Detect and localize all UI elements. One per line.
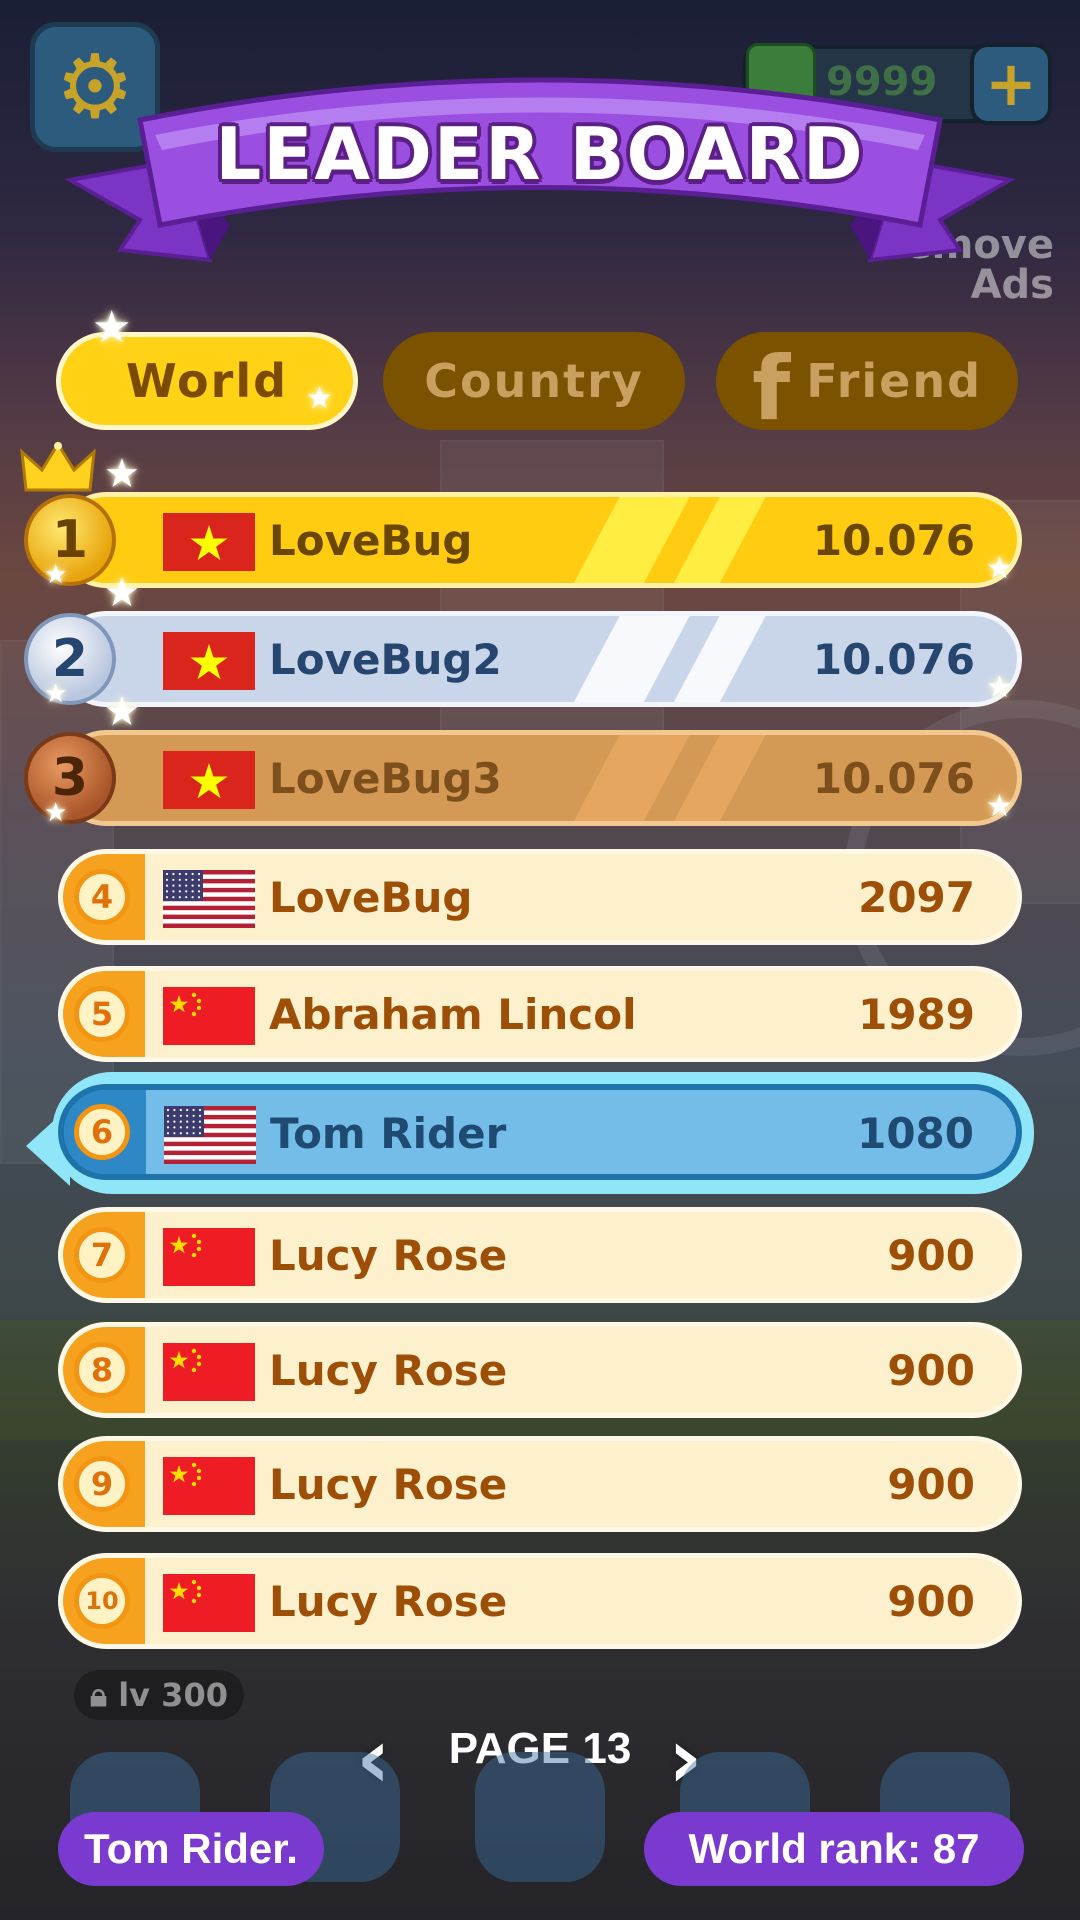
current-player-row[interactable]: Tom Rider 1080 <box>58 1084 1022 1180</box>
player-name: Lucy Rose <box>269 1460 508 1509</box>
player-score: 900 <box>887 1231 975 1280</box>
title-banner: LEADER BOARD <box>60 50 1020 310</box>
sparkle-star-icon: ★ <box>92 302 132 353</box>
tab-country[interactable]: Country <box>383 332 685 430</box>
leaderboard-row[interactable]: Lucy Rose 900 <box>58 1322 1022 1418</box>
sparkle-star-icon: ★ <box>104 689 140 735</box>
player-name: LoveBug3 <box>269 754 502 803</box>
rank-number-badge: 8 <box>74 1342 130 1398</box>
player-name-badge: Tom Rider. <box>58 1812 324 1886</box>
shine-stripe <box>561 497 695 583</box>
locked-level-badge: 🔒︎ lv 300 <box>74 1670 244 1720</box>
facebook-icon: f <box>751 337 793 440</box>
silver-medal-icon: 2 <box>24 613 116 705</box>
player-score: 2097 <box>858 873 975 922</box>
player-score: 10.076 <box>812 635 975 684</box>
player-score: 900 <box>887 1346 975 1395</box>
player-score: 1989 <box>858 990 975 1039</box>
player-name: Lucy Rose <box>269 1346 508 1395</box>
gold-medal-icon: 1 <box>24 494 116 586</box>
sparkle-star-icon: ★ <box>104 570 140 616</box>
player-name: Abraham Lincol <box>269 990 637 1039</box>
leaderboard-row[interactable]: Lucy Rose 900 <box>58 1553 1022 1649</box>
china-flag-icon <box>163 1574 255 1632</box>
sparkle-star-icon: ★ <box>104 451 140 497</box>
player-name: Tom Rider <box>270 1109 507 1158</box>
tab-friend-label: Friend <box>806 354 983 408</box>
rank-number-badge: 4 <box>74 869 130 925</box>
leaderboard-row[interactable]: Lucy Rose 900 <box>58 1436 1022 1532</box>
player-name: LoveBug2 <box>269 635 502 684</box>
world-rank-badge: World rank: 87 <box>644 1812 1024 1886</box>
vietnam-flag-icon <box>163 513 255 571</box>
shine-stripe <box>561 735 695 821</box>
sparkle-star-icon: ★ <box>986 789 1013 824</box>
page-title: LEADER BOARD <box>215 112 865 196</box>
sparkle-star-icon: ★ <box>986 551 1013 586</box>
rank-number-badge: 6 <box>74 1104 130 1160</box>
player-name: Lucy Rose <box>269 1231 508 1280</box>
player-score: 900 <box>887 1577 975 1626</box>
china-flag-icon <box>163 1228 255 1286</box>
player-name: LoveBug <box>269 873 473 922</box>
nav-gift-icon <box>475 1752 605 1882</box>
rank-number-badge: 5 <box>74 986 130 1042</box>
player-score: 900 <box>887 1460 975 1509</box>
player-score: 1080 <box>857 1109 974 1158</box>
usa-flag-icon <box>163 870 255 928</box>
leaderboard-row[interactable]: LoveBug3 10.076 <box>58 730 1022 826</box>
vietnam-flag-icon <box>163 751 255 809</box>
player-name: Lucy Rose <box>269 1577 508 1626</box>
sparkle-star-icon: ★ <box>44 560 68 590</box>
china-flag-icon <box>163 1457 255 1515</box>
sparkle-star-icon: ★ <box>44 679 68 709</box>
rank-number-badge: 7 <box>74 1227 130 1283</box>
shine-stripe <box>561 616 695 702</box>
tab-world-label: World <box>125 354 289 408</box>
leaderboard-row[interactable]: LoveBug 2097 <box>58 849 1022 945</box>
rank-number-badge: 9 <box>74 1456 130 1512</box>
player-score: 10.076 <box>812 754 975 803</box>
sparkle-star-icon: ★ <box>306 381 333 416</box>
sparkle-star-icon: ★ <box>986 670 1013 705</box>
tab-friend[interactable]: f Friend <box>716 332 1018 440</box>
crown-icon <box>20 441 96 492</box>
locked-level-label: lv 300 <box>118 1676 228 1714</box>
usa-flag-icon <box>164 1106 256 1164</box>
player-name: LoveBug <box>269 516 473 565</box>
china-flag-icon <box>163 987 255 1045</box>
leaderboard-row[interactable]: LoveBug 10.076 <box>58 492 1022 588</box>
leaderboard-row[interactable]: LoveBug2 10.076 <box>58 611 1022 707</box>
lock-icon: 🔒︎ <box>90 1676 108 1714</box>
player-score: 10.076 <box>812 516 975 565</box>
vietnam-flag-icon <box>163 632 255 690</box>
leaderboard-row[interactable]: Abraham Lincol 1989 <box>58 966 1022 1062</box>
leaderboard-screen: ⚙ 9999 + Remove Ads LEADER BOARD World C… <box>0 0 1080 1920</box>
bronze-medal-icon: 3 <box>24 732 116 824</box>
leaderboard-row[interactable]: Lucy Rose 900 <box>58 1207 1022 1303</box>
sparkle-star-icon: ★ <box>44 798 68 828</box>
rank-number-badge: 10 <box>74 1573 130 1629</box>
china-flag-icon <box>163 1343 255 1401</box>
tab-country-label: Country <box>424 354 644 408</box>
